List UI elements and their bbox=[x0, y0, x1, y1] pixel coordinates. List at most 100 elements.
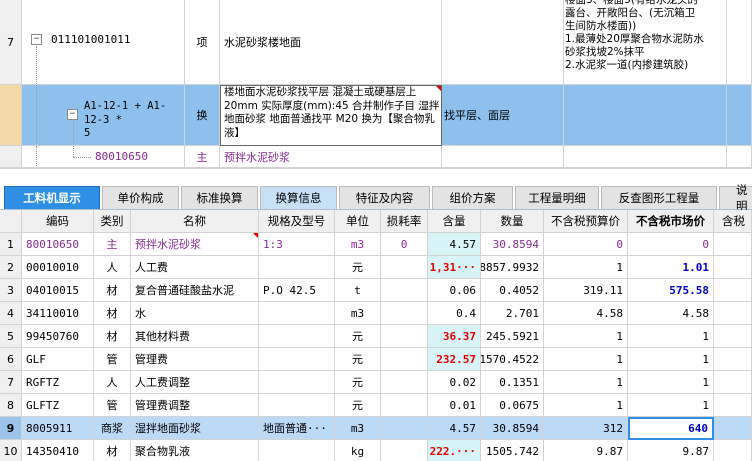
table-row[interactable]: 10 14350410 材聚合物乳液 kg 222.··· 1505.742 9.87 9.8… bbox=[0, 440, 752, 461]
cell-amount[interactable]: 30.8594 bbox=[481, 417, 544, 440]
cell-spec[interactable]: 1:3 bbox=[259, 233, 335, 256]
cell-name[interactable]: 水 bbox=[131, 302, 259, 325]
cell-spec[interactable] bbox=[259, 348, 335, 371]
cell-tax-included[interactable] bbox=[714, 394, 752, 417]
table-row[interactable]: 3 04010015 材复合普通硅酸盐水泥 P.O 42.5 t 0.06 0.4052 31… bbox=[0, 279, 752, 302]
cell-amount[interactable]: 1570.4522 bbox=[481, 348, 544, 371]
cell-spec[interactable] bbox=[259, 440, 335, 461]
cell-loss[interactable] bbox=[381, 348, 428, 371]
cell-code[interactable]: GLF bbox=[22, 348, 94, 371]
cell-code[interactable]: 34110010 bbox=[22, 302, 94, 325]
cell-name[interactable]: 人工费调整 bbox=[131, 371, 259, 394]
cell-market-price[interactable]: 0 bbox=[628, 233, 714, 256]
cell-amount[interactable]: 0.0675 bbox=[481, 394, 544, 417]
cell-name[interactable]: 人工费 bbox=[131, 256, 259, 279]
cell-code[interactable]: 00010010 bbox=[22, 256, 94, 279]
cell-amount[interactable]: 8857.9932 bbox=[481, 256, 544, 279]
cell-content[interactable]: 4.57 bbox=[428, 417, 481, 440]
cell-budget-price[interactable]: 1 bbox=[544, 394, 628, 417]
cell-budget-price[interactable]: 1 bbox=[544, 256, 628, 279]
cell-name[interactable]: 其他材料费 bbox=[131, 325, 259, 348]
cell-market-price[interactable]: 575.58 bbox=[628, 279, 714, 302]
collapse-icon[interactable]: − bbox=[67, 109, 78, 120]
cell-tax-included[interactable] bbox=[714, 302, 752, 325]
table-row[interactable]: 7 RGFTZ 人人工费调整元 0.02 0.1351 1 1 bbox=[0, 371, 752, 394]
cell-name[interactable]: 湿拌地面砂浆 bbox=[131, 417, 259, 440]
cell-unit[interactable]: 元 bbox=[335, 325, 381, 348]
cell-loss[interactable] bbox=[381, 417, 428, 440]
collapse-icon[interactable]: − bbox=[31, 34, 42, 45]
cell-content[interactable]: 0.4 bbox=[428, 302, 481, 325]
table-row[interactable]: 9 8005911 商浆 湿拌地面砂浆 地面普通··· m3 4.57 30.8594 312 6… bbox=[0, 417, 752, 440]
cell-loss[interactable]: 0 bbox=[381, 233, 428, 256]
col-spec[interactable]: 规格及型号 bbox=[259, 210, 335, 233]
tab-conversion-info[interactable]: 换算信息 bbox=[260, 186, 337, 209]
cell-name[interactable]: 预拌水泥砂浆 bbox=[131, 233, 259, 256]
cell-market-price[interactable]: 1.01 bbox=[628, 256, 714, 279]
cell-code[interactable]: 14350410 bbox=[22, 440, 94, 461]
cell-tax-included[interactable] bbox=[714, 348, 752, 371]
table-row[interactable]: 2 00010010 人人工费 元 1,31··· 8857.9932 1 1.01 bbox=[0, 256, 752, 279]
cell-budget-price[interactable]: 0 bbox=[544, 233, 628, 256]
cell-unit[interactable]: m3 bbox=[335, 302, 381, 325]
cell-market-price[interactable]: 1 bbox=[628, 394, 714, 417]
cell-content[interactable]: 0.01 bbox=[428, 394, 481, 417]
cell-content[interactable]: 1,31··· bbox=[428, 256, 481, 279]
col-amount[interactable]: 数量 bbox=[481, 210, 544, 233]
cell-spec[interactable] bbox=[259, 256, 335, 279]
cell-category[interactable]: 人 bbox=[94, 256, 131, 279]
cell-amount[interactable]: 1505.742 bbox=[481, 440, 544, 461]
tab-standard-conversion[interactable]: 标准换算 bbox=[181, 186, 258, 209]
cell-content[interactable]: 4.57 bbox=[428, 233, 481, 256]
cell-amount[interactable]: 0.4052 bbox=[481, 279, 544, 302]
cell-category[interactable]: 商浆 bbox=[94, 417, 131, 440]
cell-category[interactable]: 人 bbox=[94, 371, 131, 394]
cell-loss[interactable] bbox=[381, 256, 428, 279]
cell-code[interactable]: GLFTZ bbox=[22, 394, 94, 417]
cell-market-price[interactable]: 4.58 bbox=[628, 302, 714, 325]
table-row[interactable]: 6 GLF 管管理费元 232.57 1570.4522 1 1 bbox=[0, 348, 752, 371]
pane-splitter[interactable] bbox=[0, 168, 752, 182]
cell-spec[interactable]: P.O 42.5 bbox=[259, 279, 335, 302]
cell-spec[interactable] bbox=[259, 302, 335, 325]
col-unit[interactable]: 单位 bbox=[335, 210, 381, 233]
cell-code[interactable]: 80010650 bbox=[22, 233, 94, 256]
cell-loss[interactable] bbox=[381, 371, 428, 394]
cell-loss[interactable] bbox=[381, 440, 428, 461]
cell-unit[interactable]: m3 bbox=[335, 417, 381, 440]
col-content[interactable]: 含量 bbox=[428, 210, 481, 233]
tab-features[interactable]: 特征及内容 bbox=[339, 186, 430, 209]
cell-category[interactable]: 材 bbox=[94, 302, 131, 325]
cell-category[interactable]: 材 bbox=[94, 325, 131, 348]
cell-market-price[interactable]: 640 bbox=[628, 417, 714, 440]
col-market-price[interactable]: 不含税市场价 bbox=[628, 210, 714, 233]
cell-loss[interactable] bbox=[381, 302, 428, 325]
cell-category[interactable]: 主 bbox=[94, 233, 131, 256]
cell-unit[interactable]: 元 bbox=[335, 348, 381, 371]
cell-unit[interactable]: kg bbox=[335, 440, 381, 461]
col-tax-included[interactable]: 含税 bbox=[714, 210, 752, 233]
tab-notes[interactable]: 说明 bbox=[719, 183, 752, 213]
cell-budget-price[interactable]: 1 bbox=[544, 371, 628, 394]
cell-tax-included[interactable] bbox=[714, 256, 752, 279]
col-code[interactable]: 编码 bbox=[22, 210, 94, 233]
tab-unit-price[interactable]: 单价构成 bbox=[102, 186, 179, 209]
tab-labor-material[interactable]: 工料机显示 bbox=[4, 186, 100, 209]
col-loss[interactable]: 损耗率 bbox=[381, 210, 428, 233]
cell-unit[interactable]: t bbox=[335, 279, 381, 302]
cell-unit[interactable]: 元 bbox=[335, 256, 381, 279]
cell-tax-included[interactable] bbox=[714, 440, 752, 461]
cell-market-price[interactable]: 1 bbox=[628, 325, 714, 348]
cell-name[interactable]: 聚合物乳液 bbox=[131, 440, 259, 461]
cell-tax-included[interactable] bbox=[714, 279, 752, 302]
cell-content[interactable]: 232.57 bbox=[428, 348, 481, 371]
cell-category[interactable]: 材 bbox=[94, 279, 131, 302]
cell-tax-included[interactable] bbox=[714, 417, 752, 440]
cell-code[interactable]: 04010015 bbox=[22, 279, 94, 302]
cell-unit[interactable]: m3 bbox=[335, 233, 381, 256]
cell-content[interactable]: 0.06 bbox=[428, 279, 481, 302]
cell-market-price[interactable]: 1 bbox=[628, 371, 714, 394]
cell-market-price[interactable]: 9.87 bbox=[628, 440, 714, 461]
cell-category[interactable]: 材 bbox=[94, 440, 131, 461]
table-row[interactable]: 1 80010650 主预拌水泥砂浆 1:3 m3 0 4.57 30.8594 0 0 bbox=[0, 233, 752, 256]
